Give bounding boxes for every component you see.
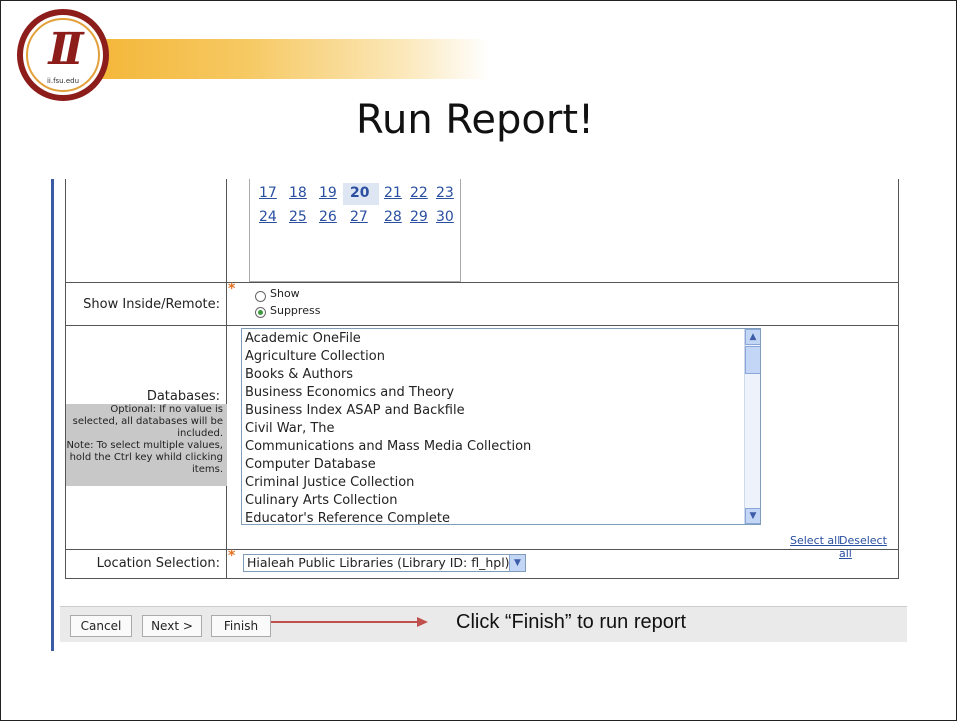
finish-button[interactable]: Finish bbox=[211, 615, 271, 637]
select-all-link[interactable]: Select all bbox=[790, 534, 840, 547]
databases-label-cell: Databases: Optional: If no value is sele… bbox=[66, 326, 227, 549]
inside-remote-row: Show Inside/Remote: * Show Suppress bbox=[66, 281, 899, 326]
callout-arrow-line bbox=[271, 621, 421, 623]
database-option[interactable]: Criminal Justice Collection bbox=[245, 475, 414, 490]
show-radio[interactable] bbox=[255, 291, 266, 302]
help-line: included. bbox=[177, 428, 223, 439]
calendar-day[interactable]: 26 bbox=[319, 209, 337, 225]
calendar-day[interactable]: 18 bbox=[289, 185, 307, 201]
scroll-down-icon[interactable]: ▼ bbox=[745, 508, 760, 524]
inside-remote-label-cell: Show Inside/Remote: bbox=[66, 283, 227, 325]
database-option[interactable]: Agriculture Collection bbox=[245, 349, 385, 364]
header-gold-bar bbox=[49, 39, 489, 79]
help-line: selected, all databases will be bbox=[72, 416, 223, 427]
database-option[interactable]: Books & Authors bbox=[245, 367, 353, 382]
calendar-day[interactable]: 21 bbox=[384, 185, 402, 201]
cancel-button[interactable]: Cancel bbox=[70, 615, 132, 637]
date-calendar: 17 18 19 20 21 22 23 24 25 26 27 28 29 3… bbox=[249, 179, 461, 282]
logo-mark: II bbox=[48, 24, 83, 75]
suppress-radio-label[interactable]: Suppress bbox=[270, 304, 320, 317]
frame-left-rule bbox=[51, 179, 54, 651]
database-option[interactable]: Communications and Mass Media Collection bbox=[245, 439, 531, 454]
database-option[interactable]: Culinary Arts Collection bbox=[245, 493, 397, 508]
databases-row: Databases: Optional: If no value is sele… bbox=[66, 326, 899, 560]
location-label-cell: Location Selection: bbox=[66, 550, 227, 578]
help-line: Optional: If no value is bbox=[110, 404, 223, 415]
next-button[interactable]: Next > bbox=[142, 615, 202, 637]
scroll-up-icon[interactable]: ▲ bbox=[745, 329, 760, 345]
database-option[interactable]: Academic OneFile bbox=[245, 331, 361, 346]
calendar-row-label-cell bbox=[66, 179, 227, 282]
slide-title: Run Report! bbox=[356, 97, 595, 143]
calendar-row: 17 18 19 20 21 22 23 24 25 26 27 28 29 3… bbox=[66, 179, 899, 283]
calendar-day[interactable]: 24 bbox=[259, 209, 277, 225]
location-label: Location Selection: bbox=[96, 556, 220, 571]
location-row: Location Selection: * Hialeah Public Lib… bbox=[66, 548, 899, 578]
calendar-day[interactable]: 27 bbox=[350, 209, 368, 225]
required-star: * bbox=[228, 281, 236, 297]
report-form: 17 18 19 20 21 22 23 24 25 26 27 28 29 3… bbox=[65, 179, 899, 579]
calendar-day[interactable]: 25 bbox=[289, 209, 307, 225]
scroll-thumb[interactable] bbox=[745, 346, 760, 374]
logo-url: ii.fsu.edu bbox=[46, 77, 80, 85]
database-option[interactable]: Civil War, The bbox=[245, 421, 335, 436]
listbox-scrollbar[interactable]: ▲ ▼ bbox=[744, 329, 760, 524]
calendar-day[interactable]: 17 bbox=[259, 185, 277, 201]
ii-logo: II ii.fsu.edu bbox=[17, 9, 109, 101]
calendar-day[interactable]: 22 bbox=[410, 185, 428, 201]
databases-listbox[interactable]: Academic OneFile Agriculture Collection … bbox=[241, 328, 761, 525]
database-option[interactable]: Business Economics and Theory bbox=[245, 385, 454, 400]
database-option[interactable]: Business Index ASAP and Backfile bbox=[245, 403, 465, 418]
help-line: items. bbox=[192, 464, 223, 475]
help-line: Note: To select multiple values, bbox=[66, 440, 223, 451]
suppress-radio[interactable] bbox=[255, 307, 266, 318]
calendar-day[interactable]: 30 bbox=[436, 209, 454, 225]
calendar-day[interactable]: 19 bbox=[319, 185, 337, 201]
help-line: hold the Ctrl key whild clicking bbox=[69, 452, 223, 463]
database-option[interactable]: Educator's Reference Complete bbox=[245, 511, 450, 524]
chevron-down-icon[interactable]: ▼ bbox=[509, 555, 525, 571]
inside-remote-label: Show Inside/Remote: bbox=[83, 297, 220, 312]
callout-arrow-head-icon bbox=[417, 617, 428, 627]
slide: II ii.fsu.edu Run Report! 17 18 19 20 21… bbox=[0, 0, 957, 721]
location-select[interactable]: Hialeah Public Libraries (Library ID: fl… bbox=[243, 554, 526, 572]
required-star: * bbox=[228, 548, 236, 564]
database-option[interactable]: Computer Database bbox=[245, 457, 376, 472]
calendar-day[interactable]: 23 bbox=[436, 185, 454, 201]
calendar-day-selected[interactable]: 20 bbox=[350, 185, 369, 201]
databases-label: Databases: bbox=[146, 389, 220, 404]
finish-callout: Click “Finish” to run report bbox=[456, 611, 687, 633]
databases-help-text: Optional: If no value is selected, all d… bbox=[66, 404, 227, 486]
calendar-day[interactable]: 28 bbox=[384, 209, 402, 225]
show-radio-label[interactable]: Show bbox=[270, 287, 300, 300]
calendar-day[interactable]: 29 bbox=[410, 209, 428, 225]
location-select-value: Hialeah Public Libraries (Library ID: fl… bbox=[247, 555, 510, 570]
